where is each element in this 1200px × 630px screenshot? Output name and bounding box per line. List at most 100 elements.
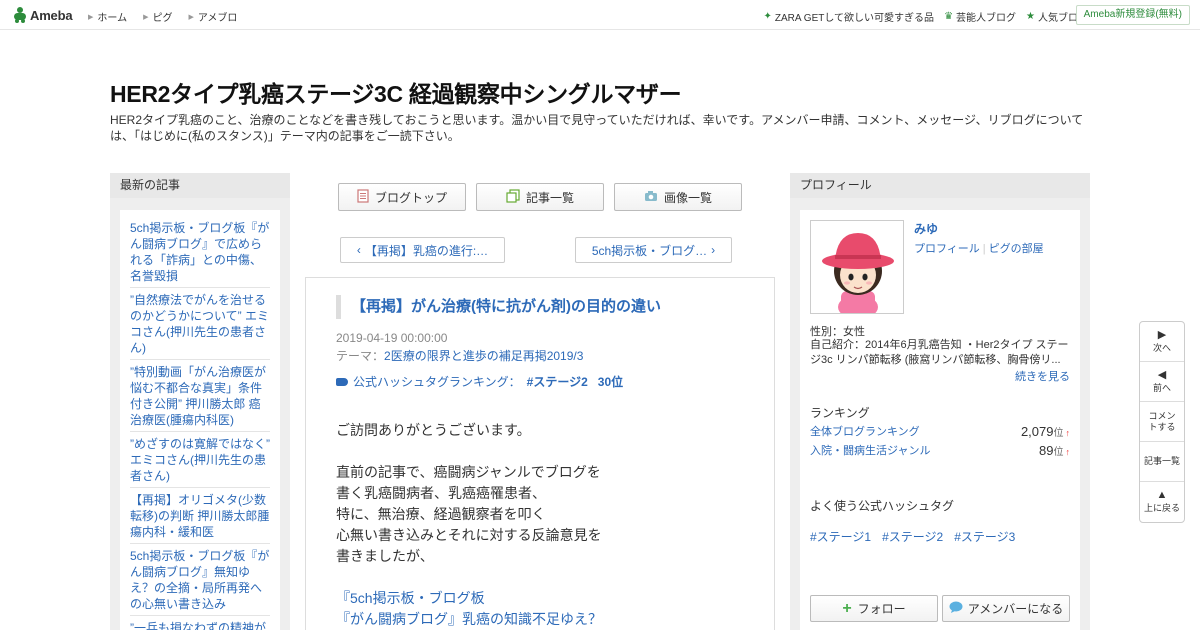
entry-theme: テーマ：2医療の限界と進歩の補足再掲2019/3 [336, 347, 583, 364]
prev-entry-label: 前へ [1152, 382, 1171, 393]
ranking-unit: 位 [1053, 446, 1064, 458]
prev-entry-button[interactable]: ◀ 前へ [1140, 362, 1184, 402]
zara-promo-label: ZARA GETして欲しい可愛すぎる品 [774, 13, 935, 24]
hashtag-ranking-tag: #ステージ2 [526, 375, 588, 389]
recent-article-link[interactable]: ”特別動画「がん治療医が悩む不都合な真実」条件付き公開” 押川勝太郎 癌治療医(… [130, 360, 270, 432]
next-article-label: 5ch掲示板・ブログ… [591, 243, 708, 258]
body-link-line[interactable]: 『がん闘病ブログ』乳癌の知識不足ゆえ？ [336, 609, 756, 630]
body-line: 特に、無治療、経過観察者を叩く [336, 506, 546, 522]
float-article-list-button[interactable]: 記事一覧 [1140, 442, 1184, 482]
chat-icon [949, 601, 963, 616]
profile-panel: プロフィール みゆ プロフィール | ピグの部屋 性別：女性 自己紹介：2014… [790, 173, 1090, 630]
article-list-button[interactable]: 記事一覧 [476, 183, 604, 211]
plus-icon: + [842, 599, 852, 617]
ranking-genre-value-group: 89位 ↑ [1039, 443, 1070, 458]
ameba-logo-icon [13, 7, 27, 23]
play-left-icon: ◀ [1157, 368, 1167, 381]
ranking-row-genre: 入院・闘病生活ジャンル 89位 ↑ [810, 442, 1070, 458]
entry-body: ご訪問ありがとうございます。 直前の記事で、癌闘病ジャンルでブログを 書く乳癌闘… [336, 420, 756, 630]
celebrity-blog-link[interactable]: ♛ 芸能人ブログ [944, 9, 1016, 24]
entry-title[interactable]: 【再掲】がん治療(特に抗がん剤)の目的の違い [336, 295, 661, 319]
back-to-top-label: 上に戻る [1143, 503, 1180, 513]
chevron-left-icon: ‹ [356, 243, 361, 257]
documents-icon [506, 188, 520, 206]
profile-links: プロフィール | ピグの部屋 [914, 240, 1044, 256]
nav-pigg-label: ピグ [152, 13, 173, 24]
prev-article-link[interactable]: ‹ 【再掲】乳癌の進行:… [340, 237, 505, 263]
profile-heading: プロフィール [790, 173, 1090, 198]
amember-button[interactable]: アメンバーになる [942, 595, 1070, 622]
ameba-logo[interactable]: Ameba [13, 6, 73, 24]
recent-article-link[interactable]: 5ch掲示板・ブログ板『がん闘病ブログ』無知ゆえ？の全摘・局所再発への心無い書き… [130, 544, 270, 616]
read-more-link[interactable]: 続きを見る [1015, 368, 1070, 384]
ranking-overall-value-group: 2,079位 ↑ [1021, 424, 1070, 439]
follow-button[interactable]: + フォロー [810, 595, 938, 622]
comment-label: コメントする [1148, 410, 1176, 432]
nav-pigg[interactable]: ▶ ピグ [143, 9, 172, 24]
nav-home[interactable]: ▶ ホーム [88, 9, 127, 24]
float-article-list-label: 記事一覧 [1143, 456, 1180, 466]
caret-right-icon: ▶ [188, 13, 194, 21]
recent-article-link[interactable]: 5ch掲示板・ブログ板『がん闘病ブログ』で広められる「詐病」との中傷、名誉毀損 [130, 216, 270, 288]
image-list-button[interactable]: 画像一覧 [614, 183, 742, 211]
hashtag-link[interactable]: #ステージ2 [882, 528, 943, 545]
register-button[interactable]: Ameba新規登録(無料) [1075, 5, 1190, 25]
entry-theme-link[interactable]: 2医療の限界と進歩の補足再掲2019/3 [384, 349, 583, 363]
back-to-top-button[interactable]: ▲ 上に戻る [1140, 482, 1184, 522]
blog-top-label: ブログトップ [374, 190, 447, 205]
profile-intro: 自己紹介：2014年6月乳癌告知 ・Her2タイプ ステージ3c リンパ節転移 … [810, 339, 1069, 366]
recent-article-link[interactable]: ”めざすのは寛解ではなく” エミコさん(押川先生の患者さん) [130, 432, 270, 488]
camera-icon [644, 190, 658, 205]
recent-article-link[interactable]: ”一兵も損なわずの精神が [130, 616, 270, 630]
profile-gender: 性別：女性 [810, 326, 865, 338]
blog-title[interactable]: HER2タイプ乳癌ステージ3C 経過観察中シングルマザー [110, 75, 682, 109]
top-right-links: ✦ ZARA GETして欲しい可愛すぎる品 ♛ 芸能人ブログ ★ 人気ブログ [754, 9, 1088, 24]
recent-articles-list: 5ch掲示板・ブログ板『がん闘病ブログ』で広められる「詐病」との中傷、名誉毀損 … [120, 210, 280, 630]
hashtag-ranking[interactable]: 公式ハッシュタグランキング： #ステージ2 30位 [336, 373, 623, 390]
nav-home-label: ホーム [97, 13, 128, 24]
follow-label: フォロー [857, 602, 906, 616]
ranking-row-overall: 全体ブログランキング 2,079位 ↑ [810, 423, 1070, 439]
blog-nav-buttons: ブログトップ 記事一覧 画像一覧 [338, 183, 752, 211]
pig-room-link[interactable]: ピグの部屋 [989, 243, 1044, 255]
next-entry-button[interactable]: ▶ 次へ [1140, 322, 1184, 362]
body-line: 直前の記事で、癌闘病ジャンルでブログを [336, 464, 601, 480]
body-blank-line [336, 567, 756, 588]
article-list-label: 記事一覧 [525, 190, 574, 205]
hashtag-link[interactable]: #ステージ3 [954, 528, 1015, 545]
comment-button[interactable]: コメントする [1140, 402, 1184, 442]
caret-right-icon: ▶ [88, 13, 94, 21]
hashtag-link[interactable]: #ステージ1 [810, 528, 871, 545]
ranking-genre-link[interactable]: 入院・闘病生活ジャンル [810, 442, 930, 458]
ranking-heading: ランキング [810, 406, 870, 420]
prev-article-label: 【再掲】乳癌の進行:… [364, 243, 489, 258]
chevron-right-icon: › [711, 243, 716, 257]
top-nav: ▶ ホーム ▶ ピグ ▶ アメブロ [88, 9, 253, 24]
ranking-overall-link[interactable]: 全体ブログランキング [810, 423, 920, 439]
hashtag-ranking-label: 公式ハッシュタグランキング： [353, 375, 521, 389]
nav-ameblo-label: アメブロ [197, 13, 238, 24]
recent-article-link[interactable]: 【再掲】オリゴメタ(少数転移)の判断 押川勝太郎腫瘍内科・緩和医 [130, 488, 270, 544]
blog-top-button[interactable]: ブログトップ [338, 183, 466, 211]
global-header: Ameba ▶ ホーム ▶ ピグ ▶ アメブロ ✦ ZARA GETして欲しい可愛すぎる… [0, 0, 1200, 30]
next-article-link[interactable]: 5ch掲示板・ブログ… › [575, 237, 732, 263]
caret-right-icon: ▶ [143, 13, 149, 21]
ameba-logo-text: Ameba [30, 7, 73, 23]
entry-date: 2019-04-19 00:00:00 [336, 331, 448, 345]
ranking-unit: 位 [1053, 427, 1064, 439]
crown-icon: ♛ [944, 11, 954, 22]
link-separator: | [982, 243, 986, 255]
avatar[interactable] [810, 220, 904, 314]
body-link-line[interactable]: 『5ch掲示板・ブログ板 [336, 588, 756, 609]
ranking-genre-value: 89 [1039, 442, 1054, 458]
recent-article-link[interactable]: ”自然療法でがんを治せるのかどうかについて” エミコさん(押川先生の患者さん) [130, 288, 270, 360]
nav-ameblo[interactable]: ▶ アメブロ [188, 9, 237, 24]
body-line: 書きましたが、 [336, 548, 434, 564]
profile-link[interactable]: プロフィール [914, 243, 980, 255]
sparkle-icon: ✦ [763, 11, 772, 22]
profile-name[interactable]: みゆ [914, 220, 938, 237]
recent-articles-heading: 最新の記事 [110, 173, 290, 198]
zara-promo-link[interactable]: ✦ ZARA GETして欲しい可愛すぎる品 [764, 9, 935, 24]
body-line: 心無い書き込みとそれに対する反論意見を [336, 527, 602, 543]
rank-up-icon: ↑ [1065, 446, 1071, 457]
